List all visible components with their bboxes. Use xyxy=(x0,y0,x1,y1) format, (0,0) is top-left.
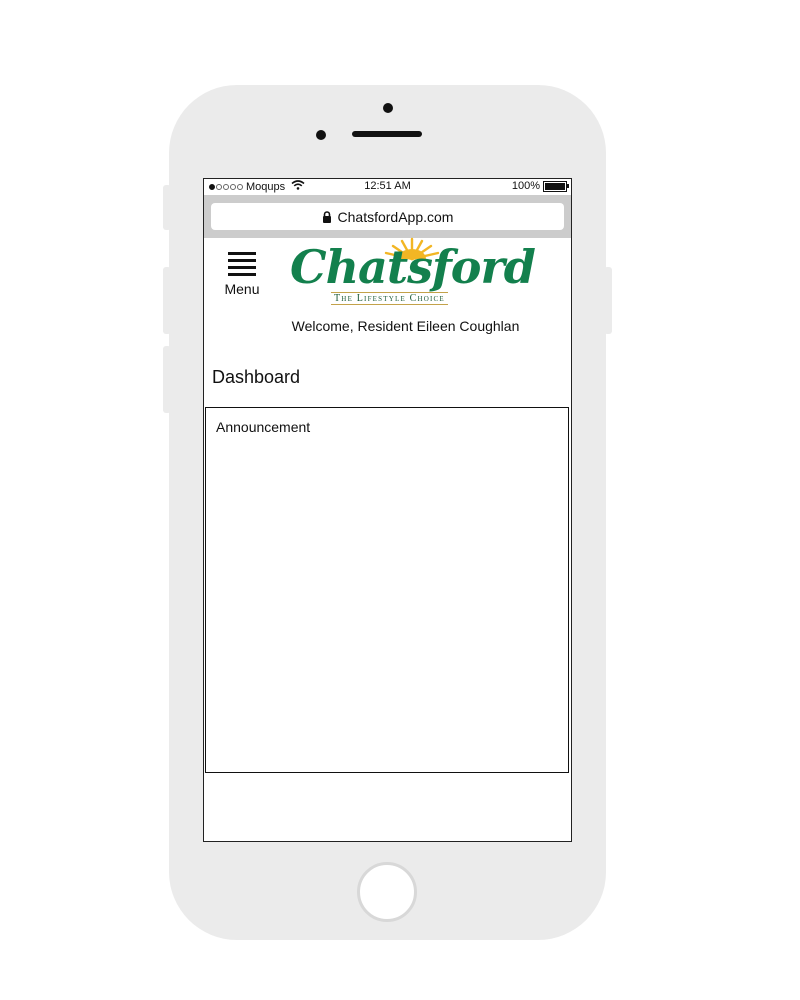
logo-wordmark: Chatsford xyxy=(290,240,536,294)
chatsford-logo: Chatsford The Lifestyle Choice xyxy=(290,237,536,309)
announcement-panel: Announcement xyxy=(205,407,569,773)
phone-screen: Moqups 12:51 AM 100% ChatsfordApp.com Me… xyxy=(203,178,572,842)
volume-up-button xyxy=(163,267,171,334)
status-bar: Moqups 12:51 AM 100% xyxy=(204,179,571,195)
mute-switch xyxy=(163,185,171,230)
volume-down-button xyxy=(163,346,171,413)
announcement-title: Announcement xyxy=(216,419,311,435)
battery-icon xyxy=(543,180,569,192)
menu-label: Menu xyxy=(224,281,260,297)
welcome-message: Welcome, Resident Eileen Coughlan xyxy=(291,318,520,334)
page-title: Dashboard xyxy=(212,367,301,387)
battery-percent: 100% xyxy=(511,180,540,192)
hamburger-icon xyxy=(222,252,262,276)
power-button xyxy=(604,267,612,334)
url-text: ChatsfordApp.com xyxy=(337,208,454,225)
lock-icon xyxy=(322,210,332,223)
front-camera xyxy=(383,103,393,113)
status-right: 100% xyxy=(511,180,569,192)
browser-address-bar: ChatsfordApp.com xyxy=(204,195,571,238)
url-field[interactable]: ChatsfordApp.com xyxy=(211,203,564,230)
menu-button[interactable]: Menu xyxy=(222,252,262,297)
earpiece-speaker xyxy=(352,131,422,137)
home-button[interactable] xyxy=(357,862,417,922)
battery-fill xyxy=(545,182,565,190)
logo-tagline: The Lifestyle Choice xyxy=(331,292,448,305)
proximity-sensor xyxy=(316,130,326,140)
